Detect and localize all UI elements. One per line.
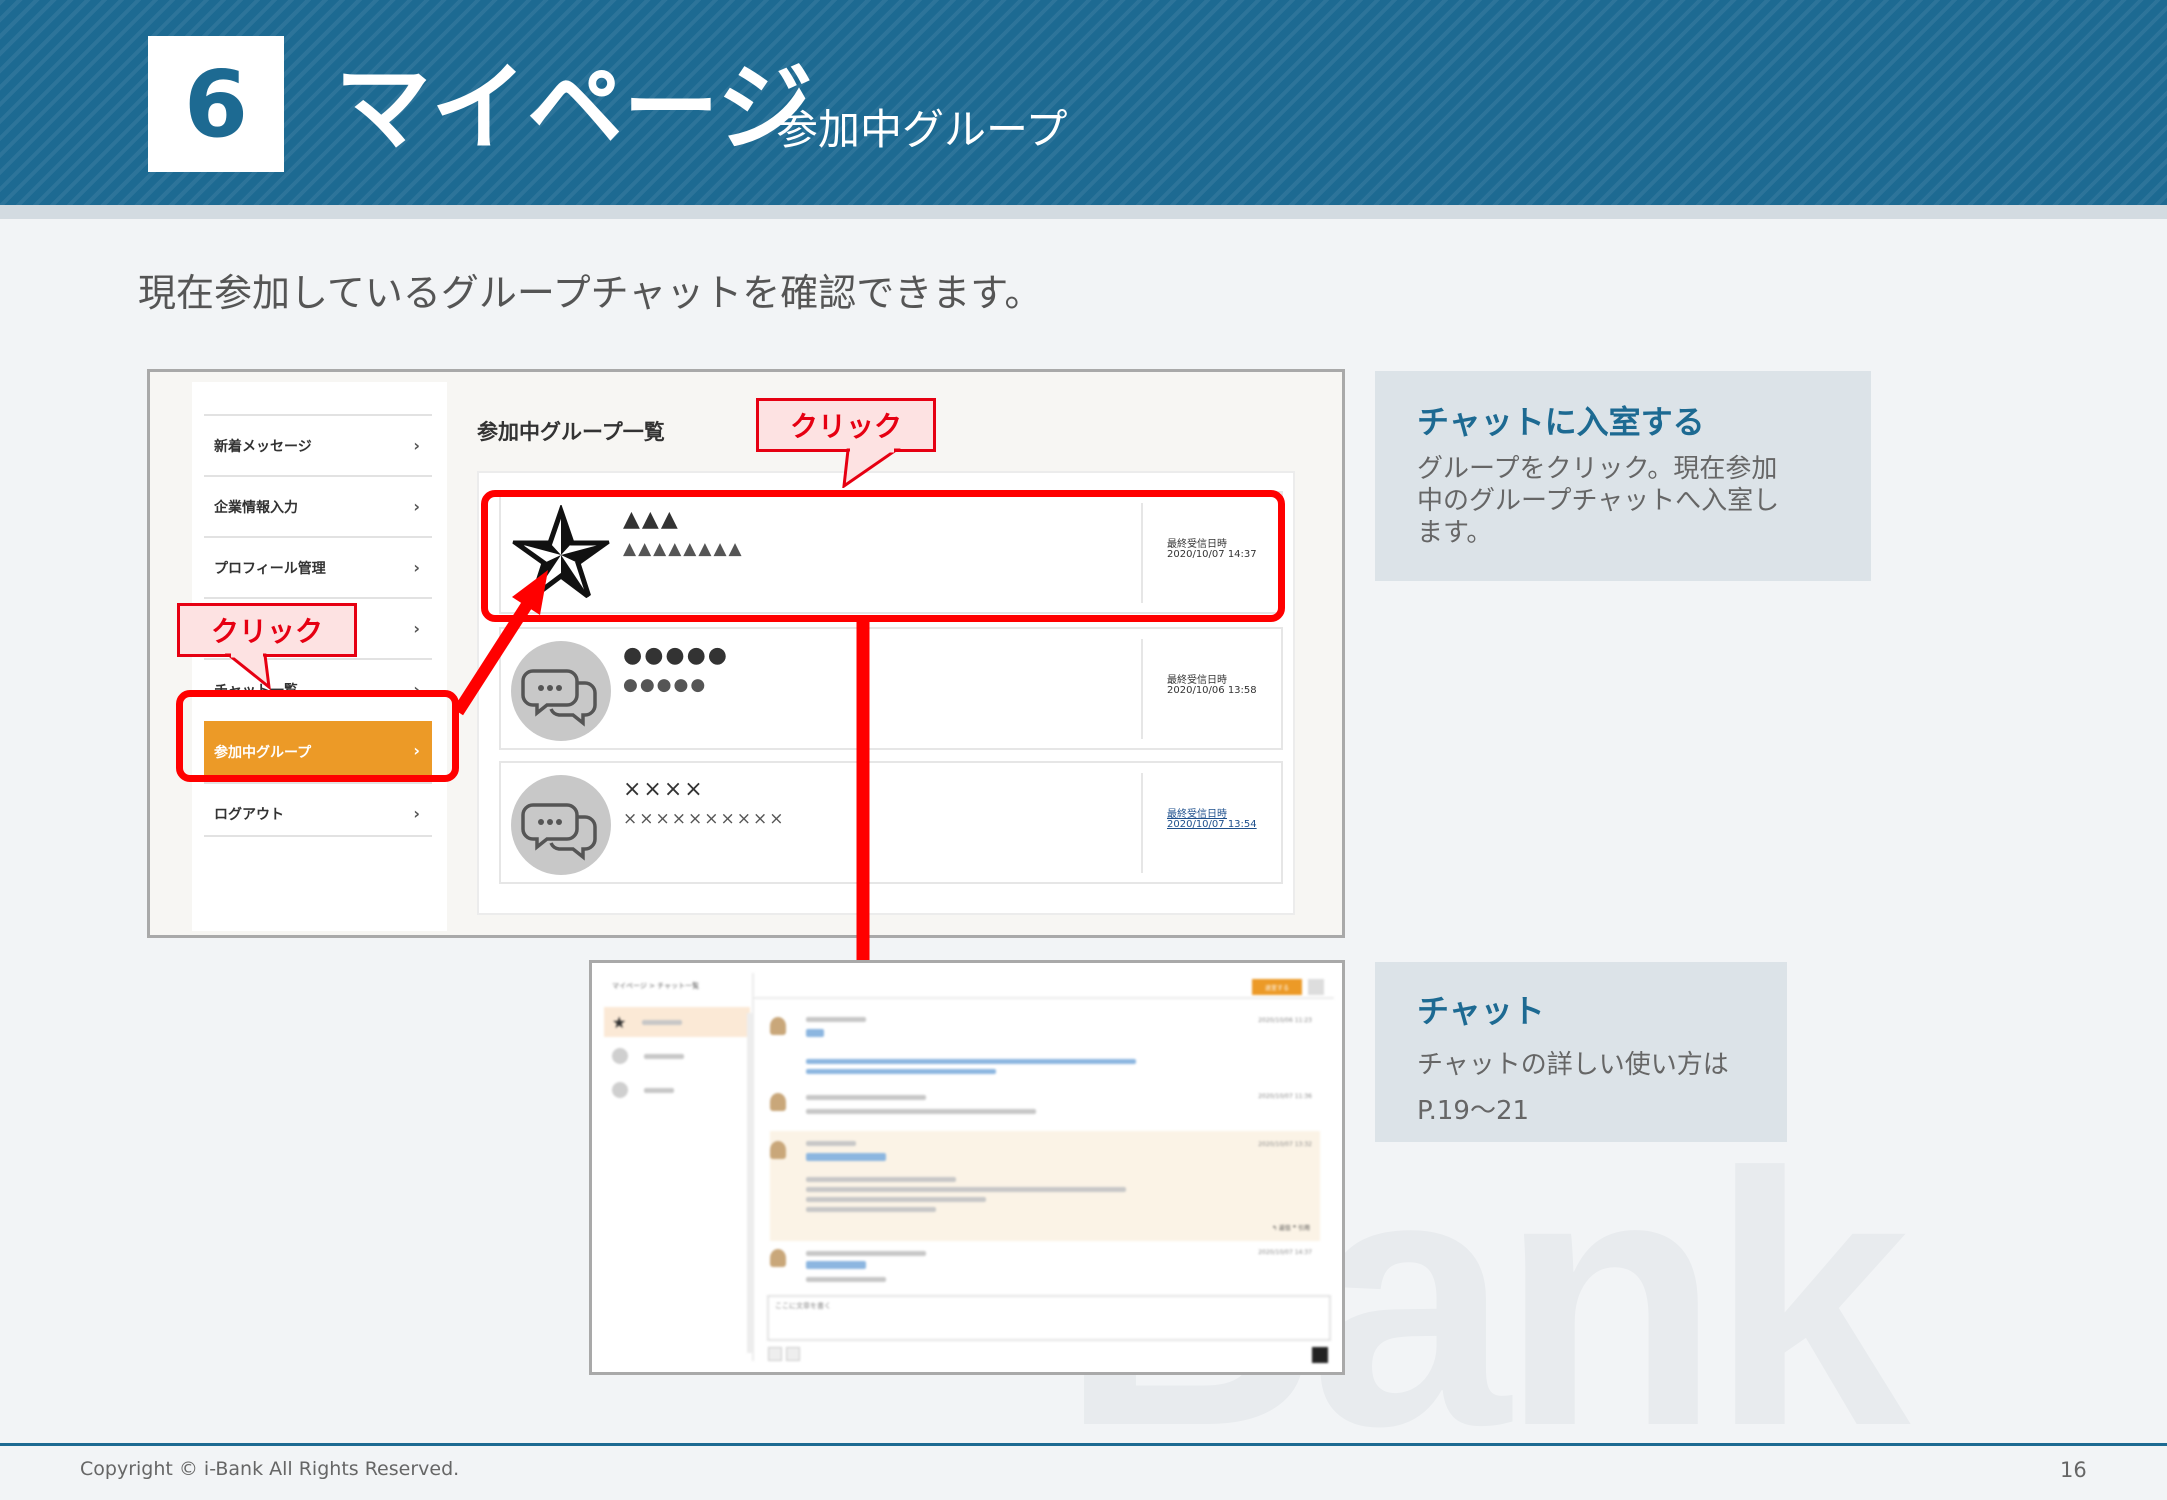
avatar — [770, 1017, 786, 1035]
avatar — [770, 1249, 786, 1267]
info-line: チャットの詳しい使い方は — [1417, 1050, 1729, 1080]
page-number: 16 — [2060, 1458, 2087, 1482]
info-line: ます。 — [1417, 518, 1493, 548]
info-box-text: チャットの詳しい使い方は P.19～21 — [1417, 1042, 1729, 1134]
info-box-title: チャット — [1417, 992, 1545, 1030]
chat-room-item[interactable] — [604, 1075, 750, 1105]
reply-icon: ↰ — [1271, 1225, 1277, 1232]
info-line: グループをクリック。現在参加 — [1417, 454, 1778, 484]
quote-button[interactable]: 引用 — [1298, 1225, 1310, 1232]
message-input[interactable]: ここに文章を書く — [767, 1295, 1331, 1341]
chat-room-screenshot: マイページ > チャット一覧 退室する ★ 2020/10/06 11:23 2… — [589, 960, 1345, 1375]
chat-message: 2020/10/07 13:32 ↰ 返信 ❞ 引用 — [770, 1131, 1320, 1241]
info-box-chat: チャット チャットの詳しい使い方は P.19～21 — [1375, 962, 1787, 1142]
info-box-text: グループをクリック。現在参加 中のグループチャットへ入室し ます。 — [1417, 453, 1779, 549]
leave-room-button[interactable]: 退室する — [1252, 979, 1302, 995]
attach-icon[interactable] — [768, 1347, 782, 1361]
info-line: P.19～21 — [1417, 1096, 1530, 1126]
chat-header-divider — [754, 997, 1334, 999]
edit-icon[interactable] — [786, 1347, 800, 1361]
click-callout-left: クリック — [177, 603, 357, 657]
message-actions[interactable]: ↰ 返信 ❞ 引用 — [1272, 1223, 1310, 1232]
chat-room-item[interactable] — [604, 1041, 750, 1071]
star-icon: ★ — [612, 1012, 627, 1032]
message-time: 2020/10/06 11:23 — [1258, 1017, 1312, 1024]
chat-message: 2020/10/06 11:23 — [770, 1013, 1320, 1083]
avatar — [612, 1048, 628, 1064]
chat-message: 2020/10/07 14:37 — [770, 1245, 1320, 1301]
click-callout-top: クリック — [756, 398, 936, 452]
info-box-title: チャットに入室する — [1417, 403, 1705, 441]
avatar — [770, 1141, 786, 1159]
callout-pointer — [842, 448, 901, 488]
avatar — [612, 1082, 628, 1098]
send-icon[interactable] — [1312, 1347, 1328, 1363]
reply-button[interactable]: 返信 — [1279, 1225, 1291, 1232]
message-time: 2020/10/07 11:36 — [1258, 1093, 1312, 1100]
scrollbar[interactable] — [747, 1013, 752, 1353]
avatar — [770, 1093, 786, 1111]
copyright-text: Copyright © i-Bank All Rights Reserved. — [80, 1458, 460, 1480]
info-line: 中のグループチャットへ入室し — [1417, 486, 1780, 516]
footer-divider — [0, 1443, 2167, 1446]
info-box-enter-chat: チャットに入室する グループをクリック。現在参加 中のグループチャットへ入室し … — [1375, 371, 1871, 581]
callout-pointer — [225, 653, 271, 691]
message-time: 2020/10/07 13:32 — [1258, 1141, 1312, 1148]
chat-room-sidebar: ★ — [602, 973, 754, 1361]
message-time: 2020/10/07 14:37 — [1258, 1249, 1312, 1256]
quote-icon: ❞ — [1292, 1225, 1297, 1232]
chat-room-item[interactable]: ★ — [604, 1007, 750, 1037]
gear-icon[interactable] — [1308, 979, 1324, 995]
